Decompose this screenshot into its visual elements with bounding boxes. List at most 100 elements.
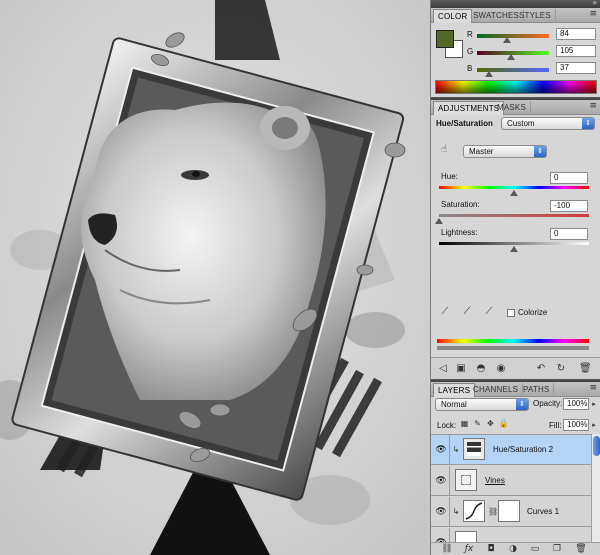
new-layer-icon[interactable]: ❐ [551, 543, 563, 555]
layer-row[interactable]: 👁 Vines [431, 466, 591, 496]
layers-scrollbar[interactable] [591, 434, 600, 542]
color-spectrum-bar[interactable] [435, 80, 597, 94]
fill-label: Fill: [549, 421, 562, 430]
red-channel-label: R [467, 30, 473, 39]
trash-icon[interactable]: 🗑 [575, 543, 587, 555]
previous-state-icon[interactable]: ↶ [535, 363, 547, 375]
lock-transparency-icon[interactable]: ▦ [459, 418, 470, 430]
input-color-bar [437, 339, 589, 343]
hue-slider-thumb[interactable] [510, 190, 518, 196]
tab-channels[interactable]: CHANNELS [469, 383, 524, 397]
colorize-label: Colorize [518, 308, 548, 317]
lock-pixels-icon[interactable]: ✎ [472, 418, 483, 430]
layer-thumbnail [455, 531, 477, 542]
red-value-field[interactable]: 84 [556, 28, 596, 40]
eyedropper-plus-icon[interactable]: ⟋ [461, 306, 473, 318]
lightness-slider[interactable] [439, 242, 589, 245]
clip-to-layer-icon[interactable]: ◓ [475, 363, 487, 375]
fill-field[interactable]: 100% [563, 419, 589, 431]
artwork [0, 0, 430, 555]
blue-value-field[interactable]: 37 [556, 62, 596, 74]
layers-panel-tabs: LAYERS CHANNELS PATHS ≡ [431, 382, 600, 397]
layer-name[interactable]: Hue/Saturation 2 [493, 445, 553, 454]
hue-value-field[interactable]: 0 [550, 172, 588, 184]
clipping-arrow-icon: ↳ [452, 507, 460, 516]
panel-menu-icon[interactable]: ≡ [589, 101, 597, 111]
lightness-label: Lightness: [441, 228, 478, 237]
visibility-icon[interactable]: ◉ [495, 363, 507, 375]
blue-channel-label: B [467, 64, 473, 73]
colorize-checkbox[interactable] [507, 309, 515, 317]
layer-name[interactable]: Curves 1 [527, 507, 559, 516]
clipping-arrow-icon: ↳ [452, 445, 460, 454]
output-color-bar [437, 346, 589, 350]
panel-dock: » COLOR SWATCHES STYLES ≡ R 84 G 105 B 3… [430, 0, 600, 555]
visibility-eye-icon[interactable]: 👁 [435, 444, 447, 456]
blend-mode-select[interactable]: Normal ⇕ [435, 398, 529, 411]
fx-icon[interactable]: ƒx [463, 543, 475, 555]
eyedropper-icon[interactable]: ⟋ [439, 306, 451, 318]
chevron-updown-icon: ⇕ [516, 399, 528, 410]
panel-menu-icon[interactable]: ≡ [589, 9, 597, 19]
blue-slider-thumb[interactable] [485, 71, 493, 77]
adjustment-icon[interactable]: ◑ [507, 543, 519, 555]
fill-dropdown-icon[interactable]: ▸ [589, 419, 599, 431]
layer-mask-thumbnail [498, 500, 520, 522]
tab-color[interactable]: COLOR [433, 9, 473, 23]
lightness-value-field[interactable]: 0 [550, 228, 588, 240]
opacity-label: Opacity: [533, 399, 563, 408]
expanded-view-icon[interactable]: ▣ [455, 363, 467, 375]
red-slider[interactable] [477, 34, 549, 38]
visibility-eye-icon[interactable]: 👁 [435, 506, 447, 518]
tab-paths[interactable]: PATHS [519, 383, 555, 397]
dock-collapse-bar[interactable]: » [431, 0, 600, 8]
channel-select-value: Master [469, 147, 494, 156]
folder-icon[interactable]: ▭ [529, 543, 541, 555]
adjustments-panel-tabs: ADJUSTMENTS MASKS ≡ [431, 100, 600, 115]
document-canvas[interactable] [0, 0, 430, 555]
green-slider-thumb[interactable] [507, 54, 515, 60]
layer-thumbnail [455, 469, 477, 491]
trash-icon[interactable]: 🗑 [579, 363, 592, 375]
ink-splash [345, 312, 405, 348]
lock-position-icon[interactable]: ✥ [485, 418, 496, 430]
lock-all-icon[interactable]: 🔒 [498, 418, 509, 430]
layer-row[interactable]: 👁 ↳ ⛓ Curves 1 [431, 497, 591, 527]
mask-link-icon[interactable]: ⛓ [488, 506, 498, 518]
lock-label: Lock: [437, 421, 457, 430]
targeted-adjustment-hand-icon[interactable]: ☝ [437, 144, 451, 156]
preset-select[interactable]: Custom ⇕ [501, 117, 595, 130]
visibility-eye-icon[interactable]: 👁 [435, 475, 447, 487]
eyedropper-minus-icon[interactable]: ⟋ [483, 306, 495, 318]
panel-menu-icon[interactable]: ≡ [589, 383, 597, 393]
preset-select-value: Custom [507, 119, 535, 128]
scrollbar-thumb[interactable] [593, 436, 600, 456]
channel-select[interactable]: Master ⇕ [463, 145, 547, 158]
chevron-updown-icon: ⇕ [534, 146, 546, 157]
adjustment-title: Hue/Saturation [436, 119, 493, 128]
hue-slider[interactable] [439, 186, 589, 189]
mask-icon[interactable]: ◘ [485, 543, 497, 555]
collapse-arrows-icon[interactable]: » [592, 0, 597, 7]
return-to-list-icon[interactable]: ◁ [437, 363, 449, 375]
reset-icon[interactable]: ↻ [555, 363, 567, 375]
opacity-dropdown-icon[interactable]: ▸ [589, 398, 599, 410]
link-icon[interactable]: ⛓ [441, 543, 453, 555]
tab-masks[interactable]: MASKS [493, 101, 532, 115]
saturation-slider-thumb[interactable] [435, 218, 443, 224]
saturation-slider[interactable] [439, 214, 589, 217]
opacity-field[interactable]: 100% [563, 398, 589, 410]
red-slider-thumb[interactable] [503, 37, 511, 43]
green-value-field[interactable]: 105 [556, 45, 596, 57]
tab-styles[interactable]: STYLES [515, 9, 556, 23]
curves-thumbnail [463, 500, 485, 522]
layer-row[interactable]: 👁 [431, 528, 591, 542]
saturation-value-field[interactable]: -100 [550, 200, 588, 212]
hue-label: Hue: [441, 172, 458, 181]
blend-mode-value: Normal [441, 400, 467, 409]
green-channel-label: G [467, 47, 474, 56]
lightness-slider-thumb[interactable] [510, 246, 518, 252]
layer-name[interactable]: Vines [485, 476, 505, 485]
foreground-color-swatch[interactable] [436, 30, 454, 48]
layer-row[interactable]: 👁 ↳ Hue/Saturation 2 [431, 435, 591, 465]
